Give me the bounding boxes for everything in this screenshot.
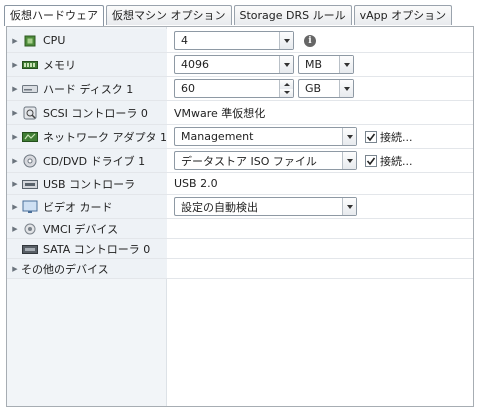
checkmark-icon	[366, 157, 376, 165]
hardware-panel: ▶ CPU 4 i ▶ メモリ 4096 MB ▶ ハード ディスク 1 60 …	[6, 26, 474, 407]
cd-dvd-icon	[21, 154, 39, 168]
expand-triangle-icon[interactable]: ▶	[9, 225, 21, 233]
vmci-device-icon	[21, 222, 39, 236]
scsi-label: SCSI コントローラ 0	[43, 106, 148, 120]
row-vmci: ▶ VMCI デバイス	[7, 219, 473, 239]
network-select[interactable]: Management	[174, 127, 357, 146]
tab-vm-options[interactable]: 仮想マシン オプション	[106, 5, 232, 25]
usb-label: USB コントローラ	[43, 177, 136, 191]
cd-dvd-connect-checkbox[interactable]	[365, 154, 377, 167]
network-adapter-icon	[21, 130, 39, 144]
cd-dvd-label: CD/DVD ドライブ 1	[43, 154, 146, 168]
row-network: ▶ ネットワーク アダプタ 1 Management 接続...	[7, 125, 473, 149]
row-usb-label[interactable]: ▶ USB コントローラ	[7, 173, 167, 194]
video-card-select[interactable]: 設定の自動検出	[174, 197, 357, 216]
network-connect-checkbox[interactable]	[365, 130, 377, 143]
tab-storage-drs-rules[interactable]: Storage DRS ルール	[233, 5, 352, 25]
chevron-down-icon[interactable]	[342, 198, 356, 215]
info-icon[interactable]: i	[304, 34, 316, 47]
hard-disk-label: ハード ディスク 1	[43, 82, 134, 96]
usb-value: USB 2.0	[174, 177, 218, 190]
hard-disk-size-input[interactable]: 60	[174, 79, 294, 98]
cd-dvd-select[interactable]: データストア ISO ファイル	[174, 151, 357, 170]
row-video-card: ▶ ビデオ カード 設定の自動検出	[7, 195, 473, 219]
network-connect-label: 接続...	[380, 130, 413, 144]
cpu-value: 4	[181, 34, 188, 47]
row-scsi: ▶ SCSI コントローラ 0 VMware 準仮想化	[7, 101, 473, 125]
spinner-icon[interactable]	[279, 80, 293, 97]
hard-disk-icon	[21, 82, 39, 96]
vmci-label: VMCI デバイス	[43, 222, 119, 236]
expand-triangle-icon[interactable]: ▶	[9, 157, 21, 165]
memory-input[interactable]: 4096	[174, 55, 294, 74]
expand-triangle-icon[interactable]: ▶	[9, 85, 21, 93]
row-cpu: ▶ CPU 4 i	[7, 29, 473, 53]
cpu-select[interactable]: 4	[174, 31, 294, 50]
chevron-down-icon[interactable]	[279, 32, 293, 49]
sata-controller-icon	[21, 242, 39, 256]
row-network-label[interactable]: ▶ ネットワーク アダプタ 1	[7, 125, 167, 148]
memory-unit-select[interactable]: MB	[298, 55, 354, 74]
expand-triangle-icon[interactable]: ▶	[9, 109, 21, 117]
memory-unit: MB	[305, 58, 323, 71]
chevron-down-icon[interactable]	[339, 80, 353, 97]
cpu-label: CPU	[43, 34, 66, 47]
expand-triangle-icon[interactable]: ▶	[9, 133, 21, 141]
row-hard-disk: ▶ ハード ディスク 1 60 GB	[7, 77, 473, 101]
tab-virtual-hardware[interactable]: 仮想ハードウェア	[4, 5, 104, 26]
checkmark-icon	[366, 133, 376, 141]
chevron-down-icon[interactable]	[342, 152, 356, 169]
row-usb: ▶ USB コントローラ USB 2.0	[7, 173, 473, 195]
expand-triangle-icon[interactable]: ▶	[9, 61, 21, 69]
chevron-down-icon[interactable]	[279, 56, 293, 73]
other-devices-label: その他のデバイス	[21, 262, 109, 276]
row-memory: ▶ メモリ 4096 MB	[7, 53, 473, 77]
expand-triangle-icon[interactable]: ▶	[9, 265, 21, 273]
memory-value: 4096	[181, 58, 209, 71]
hard-disk-size: 60	[181, 82, 195, 95]
video-card-value: 設定の自動検出	[181, 200, 258, 214]
memory-label: メモリ	[43, 58, 76, 72]
row-video-card-label[interactable]: ▶ ビデオ カード	[7, 195, 167, 218]
sata-label: SATA コントローラ 0	[43, 242, 151, 256]
cd-dvd-value: データストア ISO ファイル	[181, 154, 317, 168]
row-other-devices-label[interactable]: ▶ その他のデバイス	[7, 259, 167, 278]
row-vmci-label[interactable]: ▶ VMCI デバイス	[7, 219, 167, 238]
cpu-icon	[21, 34, 39, 48]
scsi-value: VMware 準仮想化	[174, 106, 266, 120]
tab-vapp-options[interactable]: vApp オプション	[353, 5, 453, 25]
chevron-down-icon[interactable]	[339, 56, 353, 73]
row-scsi-label[interactable]: ▶ SCSI コントローラ 0	[7, 101, 167, 124]
tab-bar: 仮想ハードウェア 仮想マシン オプション Storage DRS ルール vAp…	[4, 5, 454, 26]
chevron-down-icon[interactable]	[342, 128, 356, 145]
video-card-icon	[21, 200, 39, 214]
hard-disk-unit: GB	[305, 82, 322, 95]
row-cd-dvd-label[interactable]: ▶ CD/DVD ドライブ 1	[7, 149, 167, 172]
row-sata: ▶ SATA コントローラ 0	[7, 239, 473, 259]
expand-triangle-icon[interactable]: ▶	[9, 203, 21, 211]
row-cd-dvd: ▶ CD/DVD ドライブ 1 データストア ISO ファイル 接続...	[7, 149, 473, 173]
row-other-devices: ▶ その他のデバイス	[7, 259, 473, 279]
row-memory-label[interactable]: ▶ メモリ	[7, 53, 167, 76]
row-hard-disk-label[interactable]: ▶ ハード ディスク 1	[7, 77, 167, 100]
row-sata-label[interactable]: ▶ SATA コントローラ 0	[7, 239, 167, 258]
usb-controller-icon	[21, 177, 39, 191]
network-label: ネットワーク アダプタ 1	[43, 130, 167, 144]
network-value: Management	[181, 130, 254, 143]
video-card-label: ビデオ カード	[43, 200, 113, 214]
hard-disk-unit-select[interactable]: GB	[298, 79, 354, 98]
expand-triangle-icon[interactable]: ▶	[9, 37, 21, 45]
memory-icon	[21, 58, 39, 72]
cd-dvd-connect-label: 接続...	[380, 154, 413, 168]
scsi-controller-icon	[21, 106, 39, 120]
expand-triangle-icon[interactable]: ▶	[9, 180, 21, 188]
row-cpu-label[interactable]: ▶ CPU	[7, 29, 167, 52]
